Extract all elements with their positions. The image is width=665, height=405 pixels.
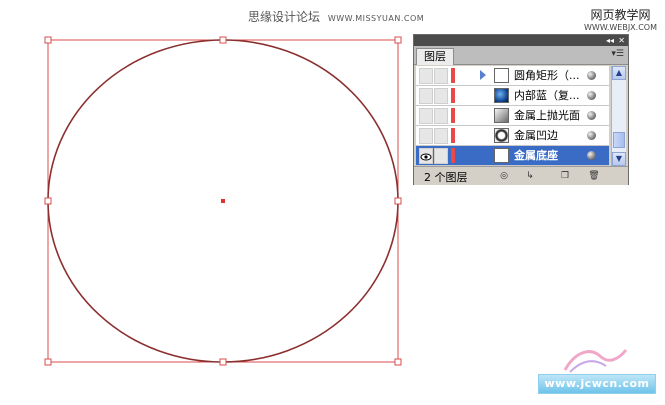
scroll-down-icon[interactable]: ▼: [612, 152, 626, 166]
layer-count: 2 个图层: [424, 171, 468, 184]
trash-icon[interactable]: 🗑: [588, 170, 600, 182]
visibility-toggle[interactable]: [419, 108, 433, 124]
header-watermark: 思缘设计论坛 WWW.MISSYUAN.COM: [248, 8, 424, 25]
corner-watermark-title: 网页教学网: [590, 8, 651, 22]
layer-row[interactable]: 圆角矩形（...: [416, 66, 609, 86]
layer-row[interactable]: 内部蓝（复...: [416, 86, 609, 106]
expand-triangle-icon[interactable]: [480, 70, 486, 80]
bottom-watermark: www.jcwcn.com: [538, 374, 656, 394]
layer-name: 圆角矩形（...: [514, 69, 580, 82]
swirl-logo-icon: [563, 349, 628, 373]
scroll-thumb[interactable]: [613, 132, 625, 148]
target-circle-icon[interactable]: [587, 111, 596, 120]
gradient-thumb-icon: [494, 108, 509, 123]
handle-top-left[interactable]: [44, 36, 52, 44]
layer-color-bar: [451, 148, 455, 163]
layer-color-bar: [451, 108, 455, 123]
blue-circle-thumb-icon: [494, 88, 509, 103]
layer-row[interactable]: 金属凹边: [416, 126, 609, 146]
header-url: WWW.MISSYUAN.COM: [327, 14, 425, 23]
handle-middle-right[interactable]: [394, 197, 402, 205]
new-layer-icon[interactable]: ❐: [559, 170, 571, 182]
handle-bottom-right[interactable]: [394, 358, 402, 366]
lock-toggle[interactable]: [434, 148, 448, 164]
lock-toggle[interactable]: [434, 68, 448, 84]
panel-titlebar[interactable]: ◂◂ ✕: [414, 35, 628, 46]
corner-watermark: 网页教学网 WWW.WEBJX.COM: [584, 6, 657, 32]
handle-top-right[interactable]: [394, 36, 402, 44]
panel-menu-icon[interactable]: ▾☰: [611, 49, 624, 59]
target-circle-icon[interactable]: [587, 131, 596, 140]
layer-row[interactable]: 金属底座: [416, 146, 609, 166]
visibility-toggle[interactable]: [419, 68, 433, 84]
layer-name: 金属底座: [514, 149, 558, 162]
header-title: 思缘设计论坛: [248, 10, 321, 24]
eye-icon[interactable]: [419, 148, 433, 164]
panel-tabbar: 图层 ▾☰: [414, 46, 628, 65]
rounded-rect-thumb-icon: [494, 68, 509, 83]
layer-color-bar: [451, 88, 455, 103]
lock-toggle[interactable]: [434, 128, 448, 144]
target-circle-icon[interactable]: [587, 151, 596, 160]
layers-panel: ◂◂ ✕ 图层 ▾☰ 圆角矩形（... 内部蓝（复... 金属上抛光面 金属凹边金属底…: [413, 34, 629, 185]
lock-toggle[interactable]: [434, 108, 448, 124]
layer-row[interactable]: 金属上抛光面: [416, 106, 609, 126]
collapse-icon[interactable]: ◂◂: [606, 35, 614, 46]
target-circle-icon[interactable]: [587, 71, 596, 80]
layers-list: 圆角矩形（... 内部蓝（复... 金属上抛光面 金属凹边金属底座: [416, 66, 609, 166]
visibility-toggle[interactable]: [419, 88, 433, 104]
white-thumb-icon: [494, 148, 509, 163]
layer-color-bar: [451, 128, 455, 143]
layer-name: 内部蓝（复...: [514, 89, 580, 102]
layer-color-bar: [451, 68, 455, 83]
tab-layers[interactable]: 图层: [416, 48, 454, 65]
panel-footer: 2 个图层 ◎ ↳ ❐ 🗑: [414, 166, 628, 185]
scroll-up-icon[interactable]: ▲: [612, 66, 626, 80]
handle-bottom-left[interactable]: [44, 358, 52, 366]
handle-middle-left[interactable]: [44, 197, 52, 205]
make-clip-mask-icon[interactable]: ◎: [498, 170, 510, 182]
layer-name: 金属凹边: [514, 129, 558, 142]
ring-thumb-icon: [494, 128, 509, 143]
close-icon[interactable]: ✕: [618, 35, 625, 46]
target-circle-icon[interactable]: [587, 91, 596, 100]
handle-top-middle[interactable]: [219, 36, 227, 44]
layers-scrollbar[interactable]: ▲ ▼: [611, 66, 626, 166]
center-point: [221, 199, 225, 203]
lock-toggle[interactable]: [434, 88, 448, 104]
corner-watermark-url: WWW.WEBJX.COM: [584, 23, 657, 32]
handle-bottom-middle[interactable]: [219, 358, 227, 366]
visibility-toggle[interactable]: [419, 128, 433, 144]
new-sublayer-icon[interactable]: ↳: [524, 170, 536, 182]
layer-name: 金属上抛光面: [514, 109, 580, 122]
